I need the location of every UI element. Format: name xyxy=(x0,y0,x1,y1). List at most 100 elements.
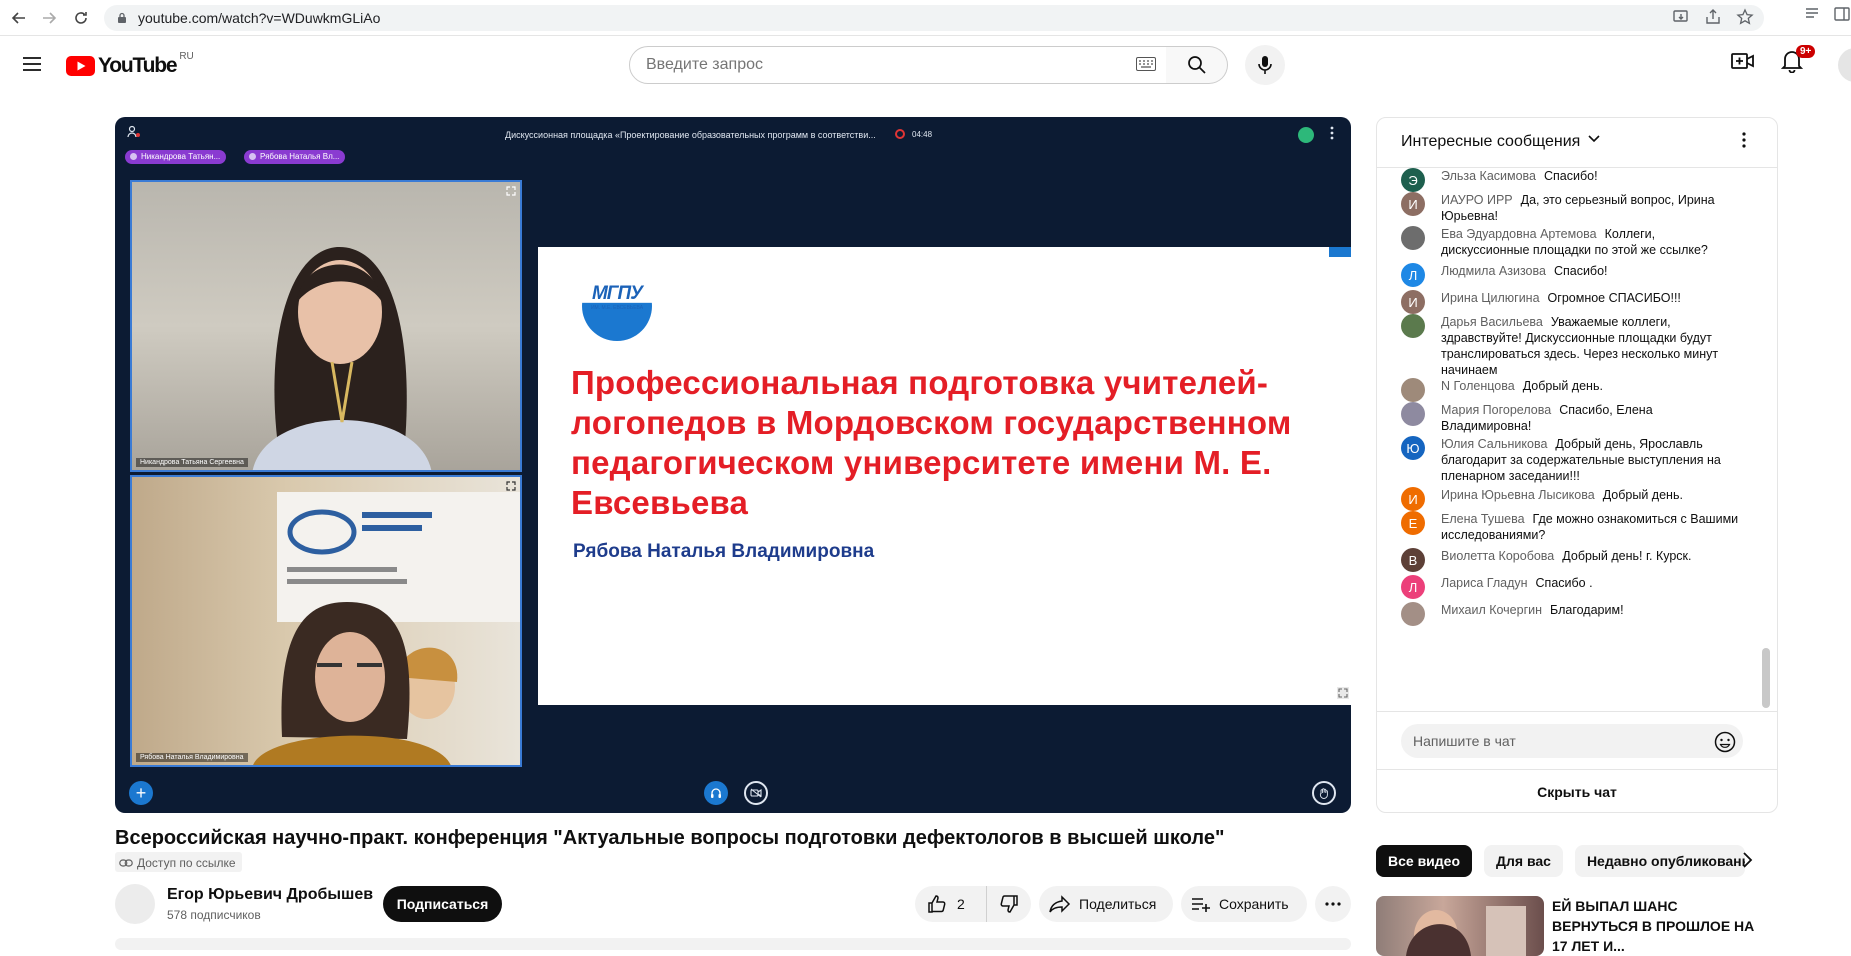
chat-author-name[interactable]: Дарья Васильева xyxy=(1441,315,1543,329)
emoji-icon[interactable] xyxy=(1714,731,1736,753)
chat-message[interactable]: Э Эльза Касимова Спасибо! xyxy=(1401,168,1741,192)
chat-message[interactable]: Дарья Васильева Уважаемые коллеги, здравс… xyxy=(1401,314,1741,378)
chat-author-name[interactable]: Людмила Азизова xyxy=(1441,264,1546,278)
chat-message[interactable]: Л Людмила Азизова Спасибо! xyxy=(1401,263,1741,287)
youtube-logo[interactable]: YouTube RU xyxy=(66,51,194,78)
logo-subtext: ИМ. М.Е. ЕВСЕВЬЕВА xyxy=(590,305,644,311)
install-app-icon[interactable] xyxy=(1672,8,1690,26)
add-button[interactable]: + xyxy=(129,781,153,805)
chat-author-avatar[interactable] xyxy=(1401,378,1425,402)
chat-author-name[interactable]: Виолетта Коробова xyxy=(1441,549,1554,563)
chat-message-list[interactable]: Э Эльза Касимова Спасибо! И ИАУРО ИРР Да, это… xyxy=(1377,168,1777,711)
expand-icon[interactable] xyxy=(506,481,516,491)
audio-toggle-button[interactable] xyxy=(704,781,728,805)
subscribe-button[interactable]: Подписаться xyxy=(383,886,502,922)
chat-message[interactable]: Михаил Кочергин Благодарим! xyxy=(1401,602,1741,626)
chat-author-avatar[interactable] xyxy=(1401,226,1425,250)
chat-message[interactable]: И Ирина Юрьевна Лысикова Добрый день. xyxy=(1401,487,1741,511)
dislike-button[interactable] xyxy=(987,886,1031,922)
chip-all-videos[interactable]: Все видео xyxy=(1376,845,1473,877)
expand-icon[interactable] xyxy=(506,186,516,196)
side-panel-icon[interactable] xyxy=(1833,5,1851,23)
chat-input[interactable] xyxy=(1401,724,1743,758)
player-more-icon[interactable] xyxy=(1329,126,1335,140)
chat-author-name[interactable]: N Голенцова xyxy=(1441,379,1515,393)
chat-message[interactable]: Мария Погорелова Спасибо, Елена Владимиро… xyxy=(1401,402,1741,434)
camera-tile[interactable]: Рябова Наталья Владимировна xyxy=(130,475,522,767)
chat-author-avatar[interactable]: В xyxy=(1401,548,1425,572)
share-page-icon[interactable] xyxy=(1704,8,1722,26)
forward-button[interactable] xyxy=(34,3,64,33)
chat-mode-selector[interactable]: Интересные сообщения xyxy=(1401,133,1580,151)
reload-button[interactable] xyxy=(66,3,96,33)
chat-author-name[interactable]: ИАУРО ИРР xyxy=(1441,193,1513,207)
menu-button[interactable] xyxy=(16,48,48,80)
video-player[interactable]: Дискуссионная площадка «Проектирование о… xyxy=(115,117,1351,813)
chat-author-avatar[interactable] xyxy=(1401,402,1425,426)
participant-chip[interactable]: Никандрова Татьян... xyxy=(125,150,227,164)
camera-tile[interactable]: Никандрова Татьяна Сергеевна xyxy=(130,180,522,472)
participants-icon[interactable] xyxy=(127,125,141,139)
chip-recently-uploaded[interactable]: Недавно опубликованн xyxy=(1574,845,1745,877)
search-button[interactable] xyxy=(1166,46,1228,84)
save-button[interactable]: Сохранить xyxy=(1181,886,1307,922)
chat-author-avatar[interactable]: Э xyxy=(1401,168,1425,192)
keyboard-icon[interactable] xyxy=(1136,57,1156,71)
chat-message[interactable]: N Голенцова Добрый день. xyxy=(1401,378,1741,402)
account-avatar[interactable] xyxy=(1838,48,1851,82)
chat-scrollbar[interactable] xyxy=(1762,648,1770,708)
expand-slide-icon[interactable] xyxy=(1337,687,1349,699)
chat-message[interactable]: И ИАУРО ИРР Да, это серьезный вопрос, Ирин… xyxy=(1401,192,1741,224)
chat-author-avatar[interactable] xyxy=(1401,602,1425,626)
more-actions-button[interactable] xyxy=(1315,886,1351,922)
chat-message-text: Добрый день. xyxy=(1602,488,1683,502)
camera-toggle-button[interactable] xyxy=(744,781,768,805)
bookmark-star-icon[interactable] xyxy=(1736,8,1754,26)
chat-author-name[interactable]: Ева Эдуардовна Артемова xyxy=(1441,227,1597,241)
hide-chat-button[interactable]: Скрыть чат xyxy=(1377,769,1777,812)
chat-author-name[interactable]: Мария Погорелова xyxy=(1441,403,1551,417)
create-video-button[interactable] xyxy=(1731,51,1755,71)
chat-author-name[interactable]: Эльза Касимова xyxy=(1441,169,1536,183)
chat-author-avatar[interactable]: Л xyxy=(1401,575,1425,599)
chat-message[interactable]: Ева Эдуардовна Артемова Коллеги, дискусси… xyxy=(1401,226,1741,258)
chat-author-avatar[interactable]: И xyxy=(1401,192,1425,216)
chat-author-name[interactable]: Елена Тушева xyxy=(1441,512,1525,526)
search-input[interactable] xyxy=(646,56,1106,74)
chat-message[interactable]: Л Лариса Гладун Спасибо . xyxy=(1401,575,1741,599)
chat-author-avatar[interactable]: И xyxy=(1401,290,1425,314)
voice-search-button[interactable] xyxy=(1245,45,1285,85)
chevron-right-icon[interactable] xyxy=(1740,850,1754,870)
chat-message[interactable]: И Ирина Цилюгина Огромное СПАСИБО!!! xyxy=(1401,290,1741,314)
like-button[interactable]: 2 xyxy=(915,886,987,922)
minimize-slide-button[interactable] xyxy=(1329,247,1351,257)
chat-author-avatar[interactable]: Е xyxy=(1401,511,1425,535)
chat-author-name[interactable]: Ирина Юрьевна Лысикова xyxy=(1441,488,1595,502)
channel-avatar[interactable] xyxy=(115,884,155,924)
chat-message[interactable]: В Виолетта Коробова Добрый день! г. Курск. xyxy=(1401,548,1741,572)
share-button[interactable]: Поделиться xyxy=(1039,886,1173,922)
back-button[interactable] xyxy=(4,3,34,33)
chat-message[interactable]: Е Елена Тушева Где можно ознакомиться с Ва… xyxy=(1401,511,1741,543)
chat-author-name[interactable]: Ирина Цилюгина xyxy=(1441,291,1540,305)
chevron-down-icon[interactable] xyxy=(1588,135,1600,143)
chat-author-avatar[interactable]: Л xyxy=(1401,263,1425,287)
chat-author-avatar[interactable]: И xyxy=(1401,487,1425,511)
chip-for-you[interactable]: Для вас xyxy=(1484,845,1563,877)
channel-name[interactable]: Егор Юрьевич Дробышев xyxy=(167,886,373,904)
search-icon xyxy=(1187,56,1206,74)
recommended-video-thumbnail[interactable] xyxy=(1376,896,1544,956)
chat-more-icon[interactable] xyxy=(1742,132,1746,148)
chat-author-avatar[interactable] xyxy=(1401,314,1425,338)
description-box[interactable] xyxy=(115,938,1351,950)
chat-author-avatar[interactable]: Ю xyxy=(1401,436,1425,460)
chat-author-name[interactable]: Михаил Кочергин xyxy=(1441,603,1542,617)
recommended-video-title[interactable]: ЕЙ ВЫПАЛ ШАНС ВЕРНУТЬСЯ В ПРОШЛОЕ НА 17 … xyxy=(1552,896,1762,956)
chat-message[interactable]: Ю Юлия Сальникова Добрый день, Ярославль б… xyxy=(1401,436,1741,484)
chat-author-name[interactable]: Юлия Сальникова xyxy=(1441,437,1547,451)
reading-list-icon[interactable] xyxy=(1803,5,1821,23)
participant-chip[interactable]: Рябова Наталья Вл... xyxy=(244,150,346,164)
address-bar[interactable]: youtube.com/watch?v=WDuwkmGLiAo xyxy=(104,5,1764,31)
chat-author-name[interactable]: Лариса Гладун xyxy=(1441,576,1528,590)
raise-hand-button[interactable] xyxy=(1312,781,1336,805)
